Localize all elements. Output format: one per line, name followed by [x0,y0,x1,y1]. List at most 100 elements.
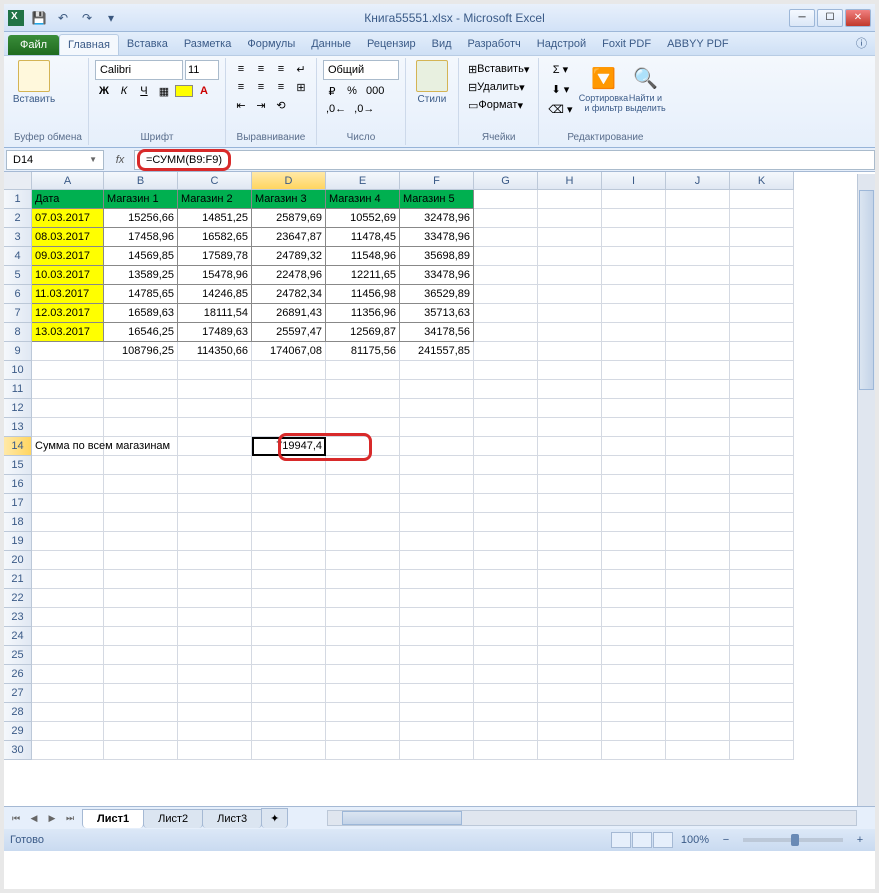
cell-K7[interactable] [730,304,794,323]
comma-button[interactable]: 000 [363,82,387,100]
cell-G25[interactable] [474,646,538,665]
cell-D6[interactable]: 24782,34 [252,285,326,304]
cell-H7[interactable] [538,304,602,323]
delete-cells-button[interactable]: ⊟ Удалить ▾ [465,78,528,96]
cell-F12[interactable] [400,399,474,418]
horizontal-scrollbar[interactable] [327,810,857,826]
cell-G24[interactable] [474,627,538,646]
cell-K17[interactable] [730,494,794,513]
cell-E4[interactable]: 11548,96 [326,247,400,266]
cell-K12[interactable] [730,399,794,418]
cell-G6[interactable] [474,285,538,304]
format-cells-button[interactable]: ▭ Формат ▾ [465,96,526,114]
cell-D16[interactable] [252,475,326,494]
font-name-input[interactable] [95,60,183,80]
cell-I6[interactable] [602,285,666,304]
cell-C28[interactable] [178,703,252,722]
cell-K5[interactable] [730,266,794,285]
vscroll-thumb[interactable] [859,190,874,390]
cell-G16[interactable] [474,475,538,494]
name-box[interactable]: D14▼ [6,150,104,170]
cell-H11[interactable] [538,380,602,399]
cell-J17[interactable] [666,494,730,513]
ribbon-tab-вид[interactable]: Вид [424,34,460,55]
cell-B18[interactable] [104,513,178,532]
cell-I26[interactable] [602,665,666,684]
cell-F30[interactable] [400,741,474,760]
cell-D29[interactable] [252,722,326,741]
cell-G17[interactable] [474,494,538,513]
cell-F21[interactable] [400,570,474,589]
cell-B20[interactable] [104,551,178,570]
align-right-button[interactable]: ≡ [272,78,290,96]
cell-H13[interactable] [538,418,602,437]
orientation-button[interactable]: ⟲ [272,96,290,114]
align-bottom-button[interactable]: ≡ [272,60,290,78]
column-header-A[interactable]: A [32,172,104,190]
cell-E27[interactable] [326,684,400,703]
fill-button[interactable]: ⬇ ▾ [545,80,575,98]
autosum-button[interactable]: Σ ▾ [545,60,575,78]
cell-H5[interactable] [538,266,602,285]
spreadsheet-grid[interactable]: ABCDEFGHIJK 1234567891011121314151617181… [4,172,875,806]
cell-D18[interactable] [252,513,326,532]
row-header-23[interactable]: 23 [4,608,32,627]
cell-D14[interactable]: 719947,4 [252,437,326,456]
font-size-input[interactable] [185,60,219,80]
cell-K6[interactable] [730,285,794,304]
cell-E28[interactable] [326,703,400,722]
wrap-text-button[interactable]: ↵ [292,60,310,78]
cell-B25[interactable] [104,646,178,665]
zoom-in-button[interactable]: + [851,831,869,849]
cell-K14[interactable] [730,437,794,456]
cell-J25[interactable] [666,646,730,665]
cell-C22[interactable] [178,589,252,608]
cell-G8[interactable] [474,323,538,342]
row-header-8[interactable]: 8 [4,323,32,342]
cell-J27[interactable] [666,684,730,703]
cell-I30[interactable] [602,741,666,760]
cell-G1[interactable] [474,190,538,209]
cell-G19[interactable] [474,532,538,551]
cell-J26[interactable] [666,665,730,684]
cell-C14[interactable] [178,437,252,456]
cell-E18[interactable] [326,513,400,532]
cell-D4[interactable]: 24789,32 [252,247,326,266]
cell-J24[interactable] [666,627,730,646]
cell-D24[interactable] [252,627,326,646]
cell-K24[interactable] [730,627,794,646]
cell-B3[interactable]: 17458,96 [104,228,178,247]
cell-K1[interactable] [730,190,794,209]
cell-I11[interactable] [602,380,666,399]
cell-C23[interactable] [178,608,252,627]
increase-indent-button[interactable]: ⇥ [252,96,270,114]
cell-K23[interactable] [730,608,794,627]
align-top-button[interactable]: ≡ [232,60,250,78]
cell-F27[interactable] [400,684,474,703]
cell-B17[interactable] [104,494,178,513]
cell-K3[interactable] [730,228,794,247]
cell-A23[interactable] [32,608,104,627]
cell-I15[interactable] [602,456,666,475]
row-header-16[interactable]: 16 [4,475,32,494]
cell-H9[interactable] [538,342,602,361]
cell-F28[interactable] [400,703,474,722]
cell-E2[interactable]: 10552,69 [326,209,400,228]
column-header-G[interactable]: G [474,172,538,190]
cell-D26[interactable] [252,665,326,684]
redo-button[interactable]: ↷ [78,9,96,27]
cell-B12[interactable] [104,399,178,418]
cell-F5[interactable]: 33478,96 [400,266,474,285]
cell-I10[interactable] [602,361,666,380]
cell-C25[interactable] [178,646,252,665]
cell-J21[interactable] [666,570,730,589]
cell-F4[interactable]: 35698,89 [400,247,474,266]
row-header-20[interactable]: 20 [4,551,32,570]
cell-A12[interactable] [32,399,104,418]
cell-B5[interactable]: 13589,25 [104,266,178,285]
cell-G12[interactable] [474,399,538,418]
cell-C9[interactable]: 114350,66 [178,342,252,361]
zoom-out-button[interactable]: − [717,831,735,849]
cell-I21[interactable] [602,570,666,589]
cell-D30[interactable] [252,741,326,760]
